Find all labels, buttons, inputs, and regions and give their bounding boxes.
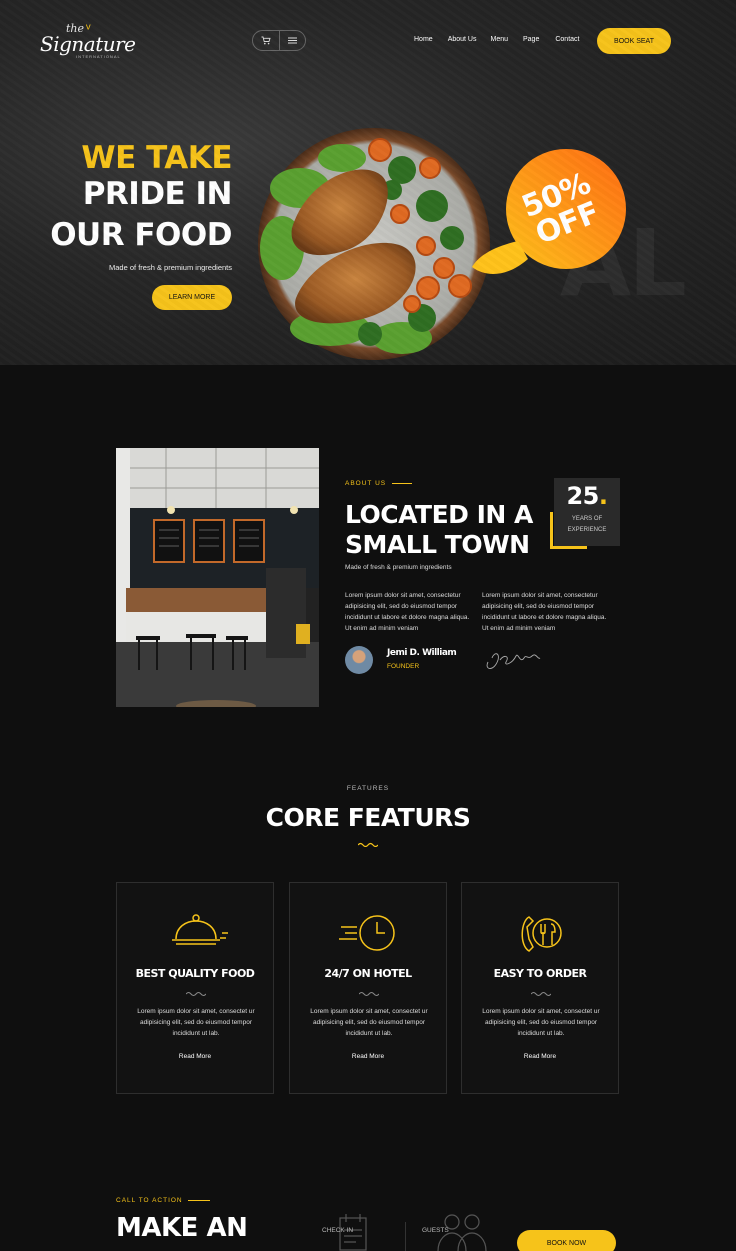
ghost-background-text: AL [560, 210, 687, 317]
about-title-line1: LOCATED IN A [345, 500, 533, 529]
card-squiggle [531, 992, 551, 996]
menu-icon[interactable] [278, 31, 306, 50]
experience-label-line1: YEARS OF [571, 516, 603, 522]
learn-more-button[interactable]: LEARN MORE [152, 285, 232, 310]
nav-contact[interactable]: Contact [555, 36, 579, 43]
years-accent-vertical [550, 512, 553, 549]
founder-role: FOUNDER [387, 663, 420, 670]
experience-label-line2: EXPERIENCE [567, 527, 607, 533]
feature-card-quality: BEST QUALITY FOOD Lorem ipsum dolor sit … [116, 882, 274, 1094]
feature-text: Lorem ipsum dolor sit amet, consectet ur… [137, 1008, 255, 1037]
promo-badge [472, 149, 626, 274]
restaurant-interior-image [116, 448, 319, 707]
cart-icon[interactable] [253, 31, 279, 50]
cta-title: MAKE AN [116, 1213, 248, 1243]
features-squiggle [358, 842, 378, 847]
cta-eyebrow: CALL TO ACTION [116, 1197, 183, 1204]
founder-name: Jemi D. William [387, 648, 457, 658]
feature-text: Lorem ipsum dolor sit amet, consectet ur… [482, 1008, 600, 1037]
main-nav: Home About Us Menu Page Contact [414, 36, 579, 43]
logo-the: the [66, 22, 85, 35]
about-eyebrow-line [392, 483, 412, 484]
feature-text: Lorem ipsum dolor sit amet, consectet ur… [310, 1008, 428, 1037]
feature-card-order: EASY TO ORDER Lorem ipsum dolor sit amet… [461, 882, 619, 1094]
feature-title: EASY TO ORDER [493, 967, 587, 980]
experience-years: 25. [554, 482, 620, 510]
about-subtitle: Made of fresh & premium ingredients [345, 564, 452, 571]
years-value: 25 [566, 482, 599, 510]
promo-off: OFF [530, 195, 605, 252]
read-more-link[interactable]: Read More [462, 1053, 618, 1060]
nav-about-us[interactable]: About Us [448, 36, 477, 43]
hero-subtitle: Made of fresh & premium ingredients [109, 263, 232, 272]
logo[interactable]: the ᵛ Signature INTERNATIONAL [40, 20, 136, 62]
features-title: CORE FEATURS [265, 803, 471, 832]
years-dot: . [598, 482, 608, 510]
nav-home[interactable]: Home [414, 36, 433, 43]
read-more-link[interactable]: Read More [117, 1053, 273, 1060]
about-title-line2: SMALL TOWN [345, 530, 530, 559]
leaf-icon: ᵛ [86, 20, 91, 36]
hero-title-line2: PRIDE IN [82, 176, 233, 212]
check-in-label[interactable]: CHECK IN [322, 1227, 353, 1234]
header-icon-group [252, 30, 306, 51]
hero-title-line1: WE TAKE [81, 140, 232, 176]
cloche-icon [172, 914, 228, 945]
read-more-link[interactable]: Read More [290, 1053, 446, 1060]
feature-card-hotel: 24/7 ON HOTEL Lorem ipsum dolor sit amet… [289, 882, 447, 1094]
cta-eyebrow-line [188, 1200, 210, 1201]
feature-title: BEST QUALITY FOOD [135, 967, 255, 980]
nav-menu[interactable]: Menu [490, 36, 508, 43]
clock-icon [339, 915, 395, 951]
hero-section: AL the ᵛ Signature INTERNATIONAL Home Ab… [0, 0, 736, 365]
promo-text: 50% OFF [504, 163, 619, 256]
cta-divider [405, 1222, 406, 1251]
features-eyebrow: FEATURES [346, 785, 390, 792]
phone-utensils-icon [521, 916, 562, 952]
card-squiggle [359, 992, 379, 996]
guests-label[interactable]: GUESTS [422, 1227, 449, 1234]
signature-image [486, 653, 541, 669]
logo-name: Signature [40, 32, 136, 56]
nav-page[interactable]: Page [523, 36, 539, 43]
years-accent-horizontal [550, 546, 587, 549]
about-paragraph-left: Lorem ipsum dolor sit amet, consectetur … [345, 592, 470, 632]
promo-percent: 50% [517, 166, 596, 226]
book-now-button[interactable]: BOOK NOW [517, 1230, 616, 1251]
feature-title: 24/7 ON HOTEL [324, 967, 412, 980]
book-seat-button[interactable]: BOOK SEAT [597, 28, 671, 54]
hero-title-line3: OUR FOOD [50, 217, 232, 253]
avatar [345, 646, 373, 674]
food-plate-image [258, 128, 490, 360]
logo-tagline: INTERNATIONAL [76, 54, 121, 59]
about-paragraph-right: Lorem ipsum dolor sit amet, consectetur … [482, 592, 607, 632]
about-eyebrow: ABOUT US [345, 480, 387, 487]
card-squiggle [186, 992, 206, 996]
